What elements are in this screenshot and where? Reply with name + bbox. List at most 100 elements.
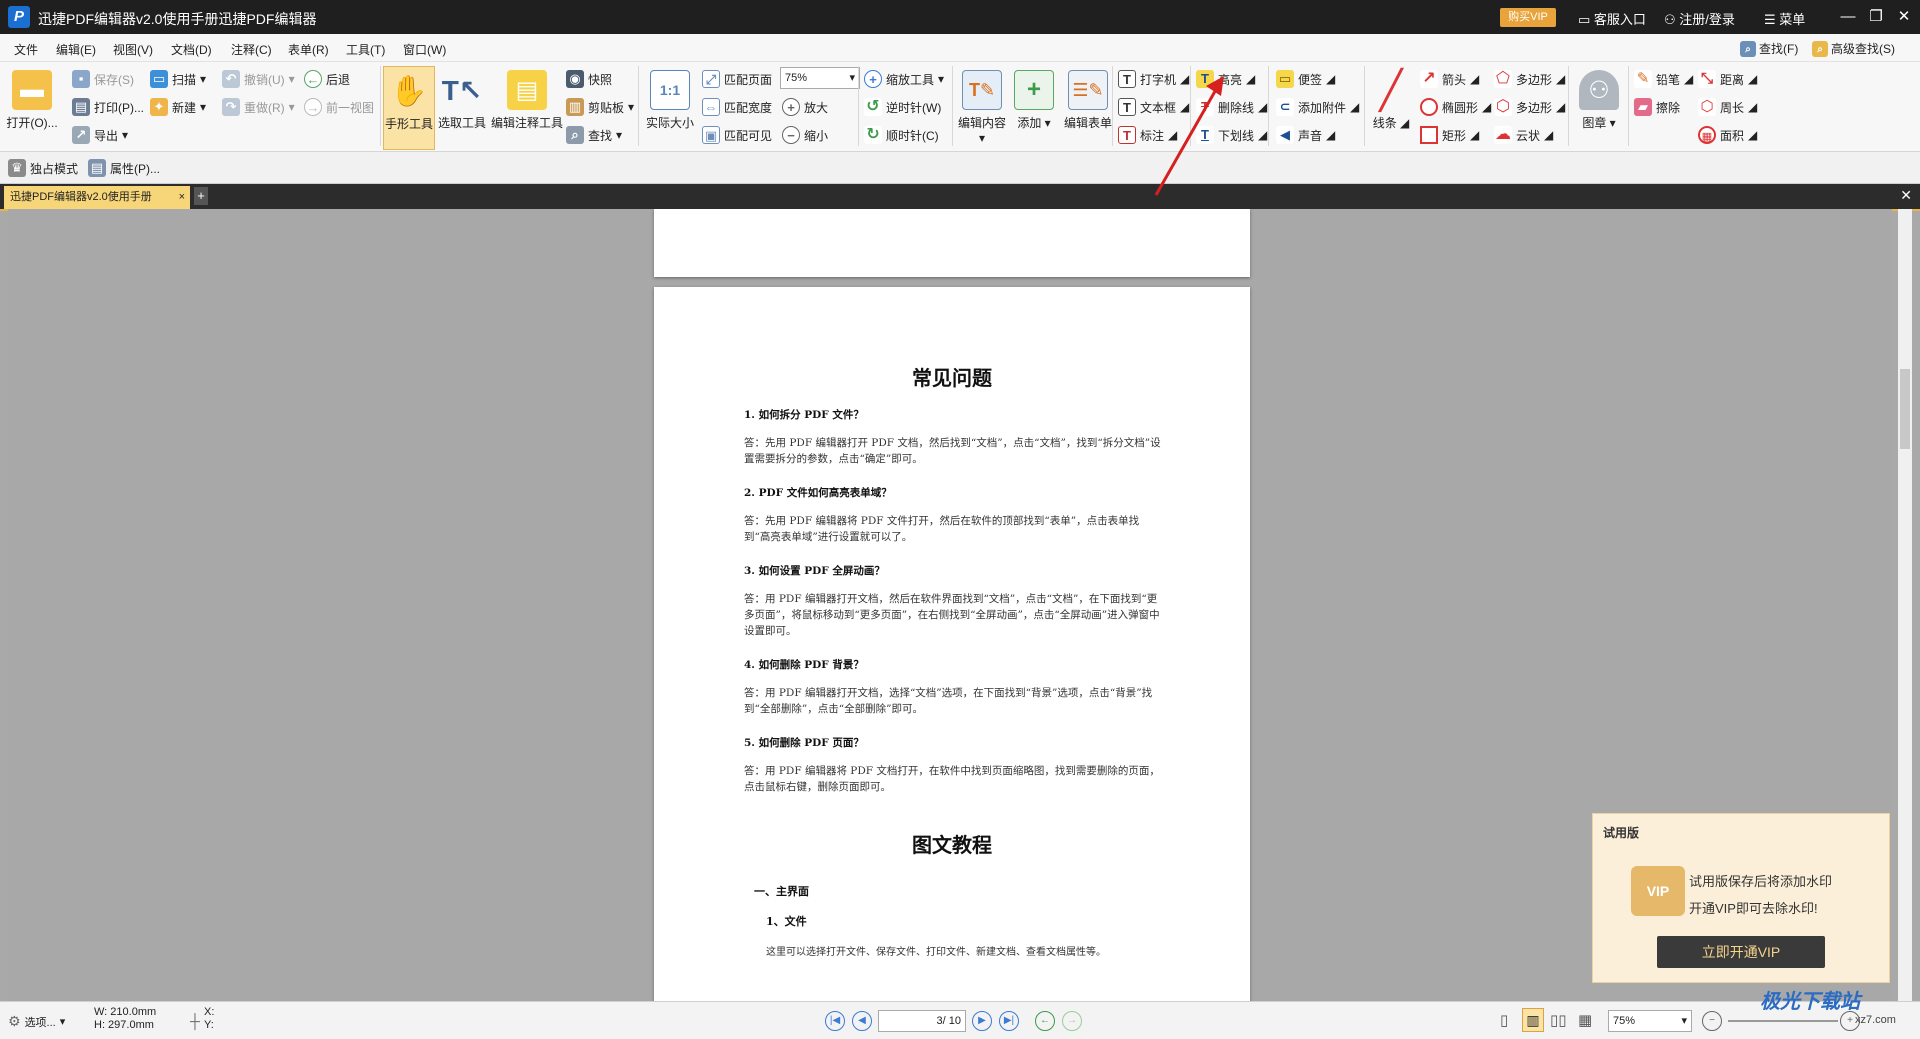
edit-annotation-tool-button[interactable]: ▤ 编辑注释工具 xyxy=(490,70,564,131)
status-zoom-out-button[interactable]: − xyxy=(1702,1011,1722,1031)
distance-button[interactable]: ⤡ 距离 ◢ xyxy=(1698,70,1757,88)
menu-window[interactable]: 窗口(W) xyxy=(403,41,446,58)
zoom-out-button[interactable]: − 缩小 xyxy=(782,126,828,144)
new-tab-button[interactable]: + xyxy=(194,187,208,205)
snapshot-button[interactable]: ◉ 快照 xyxy=(566,70,612,88)
line-button[interactable]: ╱ 线条 ◢ xyxy=(1368,70,1414,131)
pencil-button[interactable]: ✎ 铅笔 ◢ xyxy=(1634,70,1693,88)
zoom-tool-button[interactable]: + 缩放工具 ▾ xyxy=(864,70,944,88)
back-view-button[interactable]: ← xyxy=(1035,1011,1055,1031)
perimeter-button[interactable]: ⬡ 周长 ◢ xyxy=(1698,98,1757,116)
vertical-scrollbar[interactable] xyxy=(1898,209,1912,1001)
underline-button[interactable]: T 下划线 ◢ xyxy=(1196,126,1267,144)
highlight-button[interactable]: T 高亮 ◢ xyxy=(1196,70,1255,88)
edit-form-button[interactable]: ☰✎ 编辑表单 xyxy=(1060,70,1116,131)
status-zoom-select[interactable]: 75% ▾ xyxy=(1608,1010,1692,1032)
stamp-button[interactable]: ⚇ 图章 ▾ xyxy=(1574,70,1624,131)
popup-title: 试用版 xyxy=(1603,826,1640,840)
textbox-button[interactable]: T 文本框 ◢ xyxy=(1118,98,1189,116)
facing-view-icon[interactable]: ▯▯ xyxy=(1550,1011,1567,1029)
continuous-facing-view-icon[interactable]: ▦ xyxy=(1578,1011,1592,1029)
select-tool-button[interactable]: T↖ 选取工具 xyxy=(436,70,488,131)
document-tab[interactable]: 迅捷PDF编辑器v2.0使用手册 × xyxy=(4,186,190,209)
edit-content-button[interactable]: T✎ 编辑内容 ▾ xyxy=(956,70,1008,145)
last-page-button[interactable]: ▶| xyxy=(999,1011,1019,1031)
menu-tools[interactable]: 工具(T) xyxy=(346,41,385,58)
zoom-slider[interactable] xyxy=(1728,1020,1838,1022)
scan-button[interactable]: ▭ 扫描 ▾ xyxy=(150,70,206,88)
minimize-button[interactable]: — xyxy=(1834,6,1862,28)
fit-visible-button[interactable]: ▣ 匹配可见 xyxy=(702,126,772,144)
zoom-in-button[interactable]: + 放大 xyxy=(782,98,828,116)
open-vip-button[interactable]: 立即开通VIP xyxy=(1657,936,1825,968)
menu-view[interactable]: 视图(V) xyxy=(113,41,153,58)
exclusive-mode-button[interactable]: ♛ 独占模式 xyxy=(8,159,78,177)
eraser-button[interactable]: ▰ 擦除 xyxy=(1634,98,1680,116)
hand-tool-button[interactable]: ✋ 手形工具 xyxy=(383,66,435,150)
callout-button[interactable]: T 标注 ◢ xyxy=(1118,126,1177,144)
properties-button[interactable]: ▤ 属性(P)... xyxy=(88,159,160,177)
first-page-button[interactable]: |◀ xyxy=(825,1011,845,1031)
sound-button[interactable]: ◀ 声音 ◢ xyxy=(1276,126,1335,144)
polygon-button[interactable]: ⬠ 多边形 ◢ xyxy=(1494,70,1565,88)
menu-form[interactable]: 表单(R) xyxy=(288,41,329,58)
cloud-button[interactable]: ☁ 云状 ◢ xyxy=(1494,126,1553,144)
strikeout-button[interactable]: T 删除线 ◢ xyxy=(1196,98,1267,116)
menu-file[interactable]: 文件 xyxy=(14,41,38,58)
tab-close-icon[interactable]: × xyxy=(179,186,185,209)
page-number-input[interactable]: 3/ 10 xyxy=(878,1010,966,1032)
scrollbar-thumb[interactable] xyxy=(1900,369,1910,449)
forward-view-button[interactable]: → xyxy=(1062,1011,1082,1031)
main-menu-button[interactable]: ☰ 菜单 xyxy=(1764,9,1805,28)
prev-page-button[interactable]: ◀ xyxy=(852,1011,872,1031)
area-button[interactable]: ▦ 面积 ◢ xyxy=(1698,126,1757,144)
prev-view-button[interactable]: → 前一视图 xyxy=(304,98,374,116)
actual-size-button[interactable]: 1:1 实际大小 xyxy=(644,70,696,131)
ribbon-toolbar: ▬ 打开(O)... ▪ 保存(S) ▤ 打印(P)... ↗ 导出 ▾ ▭ 扫描 ▾ … xyxy=(0,62,1920,152)
new-button[interactable]: ✦ 新建 ▾ xyxy=(150,98,206,116)
fit-width-button[interactable]: ⇔ 匹配宽度 xyxy=(702,98,772,116)
popup-message-2: 开通VIP即可去除水印! xyxy=(1689,901,1818,916)
options-button[interactable]: ⚙ 选项... ▾ xyxy=(8,1013,65,1030)
close-window-button[interactable]: ✕ xyxy=(1890,6,1918,28)
open-button[interactable]: ▬ 打开(O)... xyxy=(6,70,58,131)
arrow-button[interactable]: ↗ 箭头 ◢ xyxy=(1420,70,1479,88)
app-logo-icon: P xyxy=(8,6,30,28)
rotate-cw-button[interactable]: ↻ 顺时针(C) xyxy=(864,126,939,144)
attach-file-button[interactable]: ⊂ 添加附件 ◢ xyxy=(1276,98,1359,116)
search-button[interactable]: ⌕ 查找 ▾ xyxy=(566,126,622,144)
add-button[interactable]: + 添加 ▾ xyxy=(1010,70,1058,131)
customer-service-link[interactable]: ▭ 客服入口 xyxy=(1578,9,1646,28)
fit-page-button[interactable]: ⤢ 匹配页面 xyxy=(702,70,772,88)
zoom-select[interactable]: 75% ▾ xyxy=(780,67,860,89)
menu-document[interactable]: 文档(D) xyxy=(171,41,212,58)
export-button[interactable]: ↗ 导出 ▾ xyxy=(72,126,128,144)
undo-button[interactable]: ↶ 撤销(U) ▾ xyxy=(222,70,295,88)
document-tab-bar: 迅捷PDF编辑器v2.0使用手册 × + ✕ xyxy=(0,184,1920,209)
clipboard-button[interactable]: ▥ 剪贴板 ▾ xyxy=(566,98,634,116)
print-button[interactable]: ▤ 打印(P)... xyxy=(72,98,144,116)
note-button[interactable]: ▭ 便签 ◢ xyxy=(1276,70,1335,88)
save-button[interactable]: ▪ 保存(S) xyxy=(72,70,134,88)
rectangle-button[interactable]: 矩形 ◢ xyxy=(1420,126,1479,144)
rotate-ccw-button[interactable]: ↺ 逆时针(W) xyxy=(864,98,941,116)
advanced-find-button[interactable]: ⌕ 高级查找(S) xyxy=(1812,40,1895,57)
undo-icon: ↶ xyxy=(222,70,240,88)
single-page-view-icon[interactable]: ▯ xyxy=(1500,1011,1508,1029)
find-button[interactable]: ⌕ 查找(F) xyxy=(1740,40,1798,57)
menu-edit[interactable]: 编辑(E) xyxy=(56,41,96,58)
login-link[interactable]: ⚇ 注册/登录 xyxy=(1664,9,1735,28)
ellipse-button[interactable]: 椭圆形 ◢ xyxy=(1420,98,1491,116)
buy-vip-button[interactable]: 购买VIP xyxy=(1500,8,1556,27)
polyline-button[interactable]: ⬡ 多边形 ◢ xyxy=(1494,98,1565,116)
typewriter-button[interactable]: T 打字机 ◢ xyxy=(1118,70,1189,88)
maximize-button[interactable]: ❐ xyxy=(1862,6,1890,28)
redo-button[interactable]: ↷ 重做(R) ▾ xyxy=(222,98,295,116)
continuous-view-icon[interactable]: ▥ xyxy=(1522,1008,1544,1032)
new-doc-icon: ✦ xyxy=(150,98,168,116)
vip-crown-icon: VIP xyxy=(1631,866,1685,916)
menu-comment[interactable]: 注释(C) xyxy=(231,41,272,58)
close-all-tabs-button[interactable]: ✕ xyxy=(1900,187,1912,204)
back-button[interactable]: ← 后退 xyxy=(304,70,350,88)
next-page-button[interactable]: ▶ xyxy=(972,1011,992,1031)
